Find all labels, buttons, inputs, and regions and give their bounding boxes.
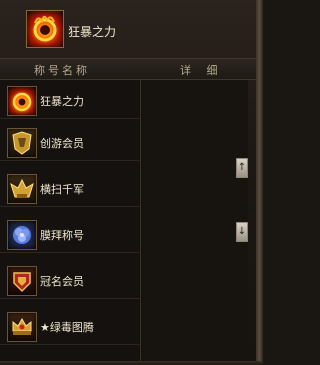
title-row[interactable]: 狂暴之力 — [0, 82, 140, 119]
window-bottom-border — [0, 361, 263, 365]
down-arrow-glyph: ↓ — [237, 226, 247, 237]
up-arrow-glyph: ↑ — [237, 162, 247, 173]
window-right-border — [256, 0, 263, 365]
title-row[interactable]: 冠名会员 — [0, 262, 140, 299]
title-row[interactable]: ★绿毒图腾 — [0, 308, 140, 345]
current-title-name: 狂暴之力 — [68, 25, 117, 39]
title-list: 狂暴之力 创游会员 横扫千军 膜拜称号 冠名会员 ★绿毒图腾 — [0, 80, 141, 362]
winged-crown-icon — [7, 174, 37, 204]
title-window: 狂暴之力 称号名称 详 细 狂暴之力 创游会员 横扫千军 膜拜称号 冠名会员 ★… — [0, 0, 263, 365]
scroll-down-arrow-icon[interactable]: ↓ — [236, 222, 248, 242]
title-label: 冠名会员 — [40, 275, 84, 288]
column-detail: 详 细 — [180, 64, 224, 77]
flame-ring-icon — [26, 10, 64, 48]
flame-ring-icon — [7, 86, 37, 116]
current-title-header: 狂暴之力 — [0, 0, 256, 58]
jeweled-crown-icon — [7, 312, 37, 342]
title-label: 横扫千军 — [40, 183, 84, 196]
title-label: 膜拜称号 — [40, 229, 84, 242]
gold-crest-icon — [7, 128, 37, 158]
title-label: 创游会员 — [40, 137, 84, 150]
title-row[interactable]: 横扫千军 — [0, 170, 140, 207]
column-title-name: 称号名称 — [34, 64, 90, 77]
red-gold-shield-icon — [7, 266, 37, 296]
detail-panel — [141, 80, 248, 362]
title-row[interactable]: 创游会员 — [0, 124, 140, 161]
blue-rose-icon — [7, 220, 37, 250]
title-label: ★绿毒图腾 — [40, 321, 94, 334]
title-row[interactable]: 膜拜称号 — [0, 216, 140, 253]
column-header: 称号名称 详 细 — [0, 58, 256, 80]
scroll-up-arrow-icon[interactable]: ↑ — [236, 158, 248, 178]
title-label: 狂暴之力 — [40, 95, 84, 108]
